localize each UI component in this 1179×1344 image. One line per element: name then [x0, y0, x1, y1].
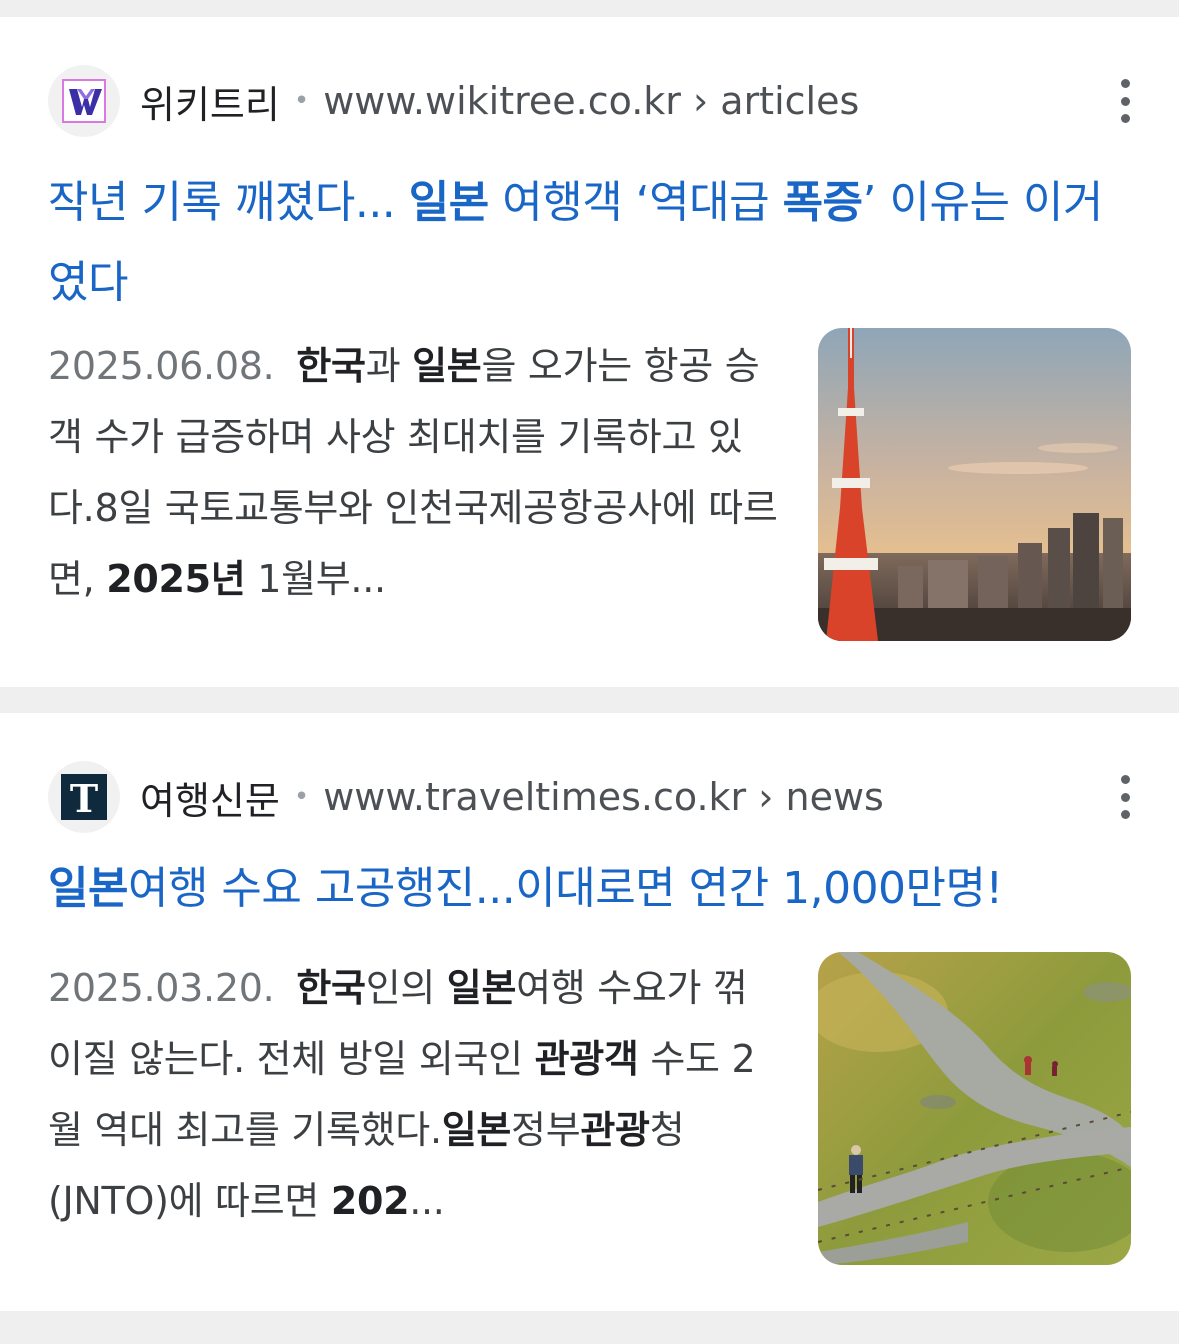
- result-url: www.traveltimes.co.kr › news: [323, 775, 884, 819]
- result-source[interactable]: 위키트리 • www.wikitree.co.kr › articles: [48, 65, 1131, 137]
- snippet-part: 과: [365, 344, 413, 388]
- separator: •: [293, 782, 310, 812]
- result-title-link[interactable]: 일본여행 수요 고공행진...이대로면 연간 1,000만명!: [48, 849, 1138, 929]
- site-name: 여행신문: [140, 778, 280, 823]
- snippet-part: 일본: [446, 966, 517, 1010]
- snippet-part: 일본: [441, 1108, 512, 1152]
- result-url: www.wikitree.co.kr › articles: [323, 79, 860, 123]
- tokyo-tower-skyline-image[interactable]: [818, 328, 1131, 641]
- title-part: 작년 기록 깨졌다...: [48, 177, 409, 228]
- snippet-part: 인의: [365, 966, 447, 1010]
- snippet-part: 2025년: [106, 557, 246, 601]
- traveltimes-logo-icon: T: [48, 761, 120, 833]
- title-part: 폭증: [782, 177, 863, 228]
- result-snippet: 2025.06.08. 한국과 일본을 오가는 항공 승객 수가 급증하며 사상 …: [48, 331, 778, 615]
- mountain-hiking-trail-image[interactable]: [818, 952, 1131, 1265]
- result-date: 2025.03.20.: [48, 966, 275, 1010]
- snippet-part: 정부: [511, 1108, 581, 1152]
- search-result-card: 위키트리 • www.wikitree.co.kr › articles 작년 …: [0, 17, 1179, 687]
- title-part: 일본: [48, 863, 128, 914]
- more-options-icon[interactable]: [1119, 79, 1131, 123]
- result-source[interactable]: T 여행신문 • www.traveltimes.co.kr › news: [48, 761, 1131, 833]
- search-results-page: 위키트리 • www.wikitree.co.kr › articles 작년 …: [0, 0, 1179, 1344]
- separator: •: [293, 86, 310, 116]
- svg-text:T: T: [70, 776, 98, 820]
- snippet-part: 한국: [296, 344, 366, 388]
- search-result-card: T 여행신문 • www.traveltimes.co.kr › news 일본…: [0, 713, 1179, 1311]
- snippet-part: ...: [409, 1179, 445, 1223]
- more-options-icon[interactable]: [1119, 775, 1131, 819]
- snippet-part: 202: [330, 1179, 410, 1223]
- title-part: 여행 수요 고공행진...이대로면 연간 1,000만명!: [127, 863, 1003, 914]
- site-name: 위키트리: [140, 82, 280, 127]
- wikitree-logo-icon: [48, 65, 120, 137]
- title-part: 일본: [408, 177, 489, 228]
- result-title-link[interactable]: 작년 기록 깨졌다... 일본 여행객 ‘역대급 폭증’ 이유는 이거였다: [48, 163, 1138, 323]
- result-date: 2025.06.08.: [48, 344, 275, 388]
- snippet-part: 일본: [412, 344, 482, 388]
- title-part: 여행객 ‘역대급: [488, 177, 783, 228]
- snippet-part: 1월부...: [245, 557, 386, 601]
- snippet-part: 한국: [296, 966, 366, 1010]
- result-snippet: 2025.03.20. 한국인의 일본여행 수요가 꺾이질 않는다. 전체 방일 …: [48, 953, 778, 1237]
- snippet-part: 관광: [580, 1108, 650, 1152]
- snippet-part: 관광객: [534, 1037, 639, 1081]
